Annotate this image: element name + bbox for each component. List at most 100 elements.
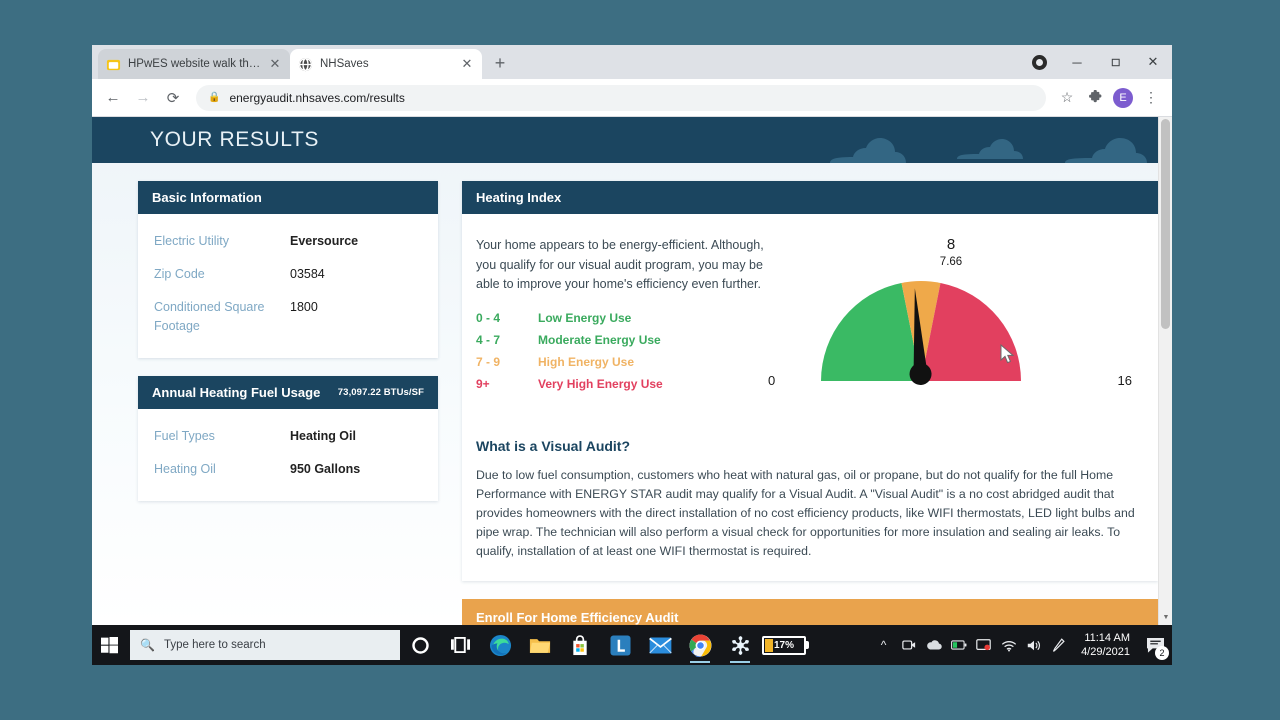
- legend-label: Moderate Energy Use: [538, 332, 661, 347]
- heating-index-header: Heating Index: [462, 181, 1158, 214]
- microsoft-store-icon[interactable]: [560, 625, 600, 665]
- legend-row: 4 - 7 Moderate Energy Use: [476, 333, 776, 347]
- scrollbar-thumb[interactable]: [1161, 119, 1170, 329]
- legend-row: 7 - 9 High Energy Use: [476, 355, 776, 369]
- back-icon[interactable]: ←: [100, 85, 126, 111]
- clock-time: 11:14 AM: [1084, 632, 1130, 644]
- heating-index-legend: 0 - 4 Low Energy Use 4 - 7 Moderate Ener…: [476, 311, 776, 391]
- page-scrollbar[interactable]: ▲ ▼: [1158, 117, 1172, 625]
- onedrive-icon[interactable]: [921, 625, 946, 665]
- row-value: 950 Gallons: [290, 462, 361, 476]
- close-button[interactable]: ✕: [1134, 46, 1172, 78]
- folder-glyph-icon: [529, 638, 551, 653]
- cloud-icon: [830, 138, 906, 163]
- chrome-menu-icon[interactable]: ⋮: [1138, 85, 1164, 111]
- cloud-icon: [957, 139, 1023, 159]
- gauge-max-label: 16: [1117, 373, 1132, 388]
- chrome-icon[interactable]: [680, 625, 720, 665]
- update-dot-icon: [1031, 54, 1047, 70]
- row-value: 03584: [290, 267, 325, 281]
- reload-icon[interactable]: ⟳: [160, 85, 186, 111]
- envelope-icon: [648, 636, 672, 654]
- notification-badge: 2: [1155, 646, 1169, 660]
- basic-information-header: Basic Information: [138, 181, 438, 214]
- file-explorer-icon[interactable]: [520, 625, 560, 665]
- bookmark-star-icon[interactable]: ☆: [1054, 85, 1080, 111]
- legend-range: 4 - 7: [476, 332, 501, 347]
- basic-information-body: Electric Utility Eversource Zip Code 035…: [138, 214, 438, 358]
- tab-close-icon[interactable]: ✕: [268, 57, 282, 71]
- tab-hpwes[interactable]: HPwES website walk through - G ✕: [98, 49, 290, 79]
- scroll-down-arrow[interactable]: ▼: [1159, 611, 1172, 625]
- display-glyph-icon: [976, 638, 991, 650]
- legend-label: Low Energy Use: [538, 310, 632, 325]
- enroll-for-home-efficiency-audit-button[interactable]: Enroll For Home Efficiency Audit: [462, 599, 1158, 625]
- legend-row: 9+ Very High Energy Use: [476, 377, 776, 391]
- tab-label: HPwES website walk through - G: [128, 58, 264, 70]
- basic-information-card: Basic Information Electric Utility Evers…: [138, 181, 438, 358]
- minimize-button[interactable]: ─: [1058, 46, 1096, 78]
- display-icon[interactable]: [971, 625, 996, 665]
- navigation-toolbar: ← → ⟳ 🔒 energyaudit.nhsaves.com/results …: [92, 79, 1172, 117]
- battery-widget[interactable]: 17%: [762, 635, 809, 655]
- mouse-cursor: [1000, 344, 1015, 364]
- bluetooth-pen-icon[interactable]: [1046, 625, 1071, 665]
- fuel-usage-header: Annual Heating Fuel Usage 73,097.22 BTUs…: [138, 376, 438, 409]
- start-button[interactable]: [92, 625, 126, 665]
- heating-index-text: Your home appears to be energy-efficient…: [476, 236, 776, 416]
- edge-icon[interactable]: [480, 625, 520, 665]
- chrome-update-button[interactable]: [1020, 46, 1058, 78]
- snowflake-app-icon[interactable]: [720, 625, 760, 665]
- windows-logo-icon: [100, 636, 118, 653]
- heating-index-card: Heating Index Your home appears to be en…: [462, 181, 1158, 581]
- page-content: Basic Information Electric Utility Evers…: [92, 163, 1172, 625]
- cortana-icon[interactable]: [400, 625, 440, 665]
- tab-nhsaves[interactable]: NHSaves ✕: [290, 49, 482, 79]
- heating-index-paragraph: Your home appears to be energy-efficient…: [476, 238, 764, 291]
- fuel-usage-body: Fuel Types Heating Oil Heating Oil 950 G…: [138, 409, 438, 501]
- puzzle-icon: [1088, 90, 1101, 103]
- task-view-icon[interactable]: [440, 625, 480, 665]
- gauge-value-label: 7.66: [939, 256, 963, 268]
- card-title: Basic Information: [152, 190, 262, 205]
- globe-icon: [298, 57, 313, 71]
- visual-audit-body: Due to low fuel consumption, customers w…: [476, 468, 1135, 558]
- teams-icon[interactable]: [896, 625, 921, 665]
- notifications-button[interactable]: 2: [1138, 625, 1172, 665]
- gauge-svg: [821, 281, 1021, 386]
- legend-label: Very High Energy Use: [538, 376, 663, 391]
- table-row: Zip Code 03584: [154, 265, 422, 284]
- row-value: Eversource: [290, 234, 359, 248]
- task-view-glyph-icon: [450, 637, 470, 653]
- volume-icon[interactable]: [1021, 625, 1046, 665]
- extensions-puzzle-icon[interactable]: [1082, 85, 1108, 111]
- maximize-button[interactable]: [1096, 46, 1134, 78]
- page-viewport: YOUR RESULTS Basic Information Electric …: [92, 117, 1172, 625]
- row-value: 1800: [290, 300, 318, 314]
- mail-icon[interactable]: [640, 625, 680, 665]
- battery-tip: [806, 641, 809, 649]
- card-title: Heating Index: [476, 190, 562, 205]
- edge-glyph-icon: [489, 634, 511, 656]
- search-input[interactable]: 🔍 Type here to search: [130, 630, 400, 660]
- forward-icon[interactable]: →: [130, 85, 156, 111]
- battery-body: 17%: [762, 635, 806, 655]
- heating-index-body: Your home appears to be energy-efficient…: [462, 214, 1158, 434]
- visual-audit-section: What is a Visual Audit? Due to low fuel …: [462, 434, 1158, 581]
- lastpass-icon[interactable]: [600, 625, 640, 665]
- windows-taskbar: 🔍 Type here to search 17% ^ 11:14 AM 4/2…: [92, 625, 1172, 665]
- address-bar[interactable]: 🔒 energyaudit.nhsaves.com/results: [196, 84, 1046, 111]
- new-tab-button[interactable]: +: [486, 50, 514, 78]
- table-row: Fuel Types Heating Oil: [154, 427, 422, 446]
- row-value: Heating Oil: [290, 429, 356, 443]
- battery-tray-icon[interactable]: [946, 625, 971, 665]
- wifi-icon[interactable]: [996, 625, 1021, 665]
- tab-close-icon[interactable]: ✕: [460, 57, 474, 71]
- pen-glyph-icon: [1053, 637, 1065, 652]
- right-column: Heating Index Your home appears to be en…: [462, 181, 1158, 625]
- taskbar-clock[interactable]: 11:14 AM 4/29/2021: [1071, 631, 1138, 659]
- row-label: Electric Utility: [154, 234, 230, 248]
- show-hidden-icons-chevron[interactable]: ^: [871, 625, 896, 665]
- table-row: Conditioned Square Footage 1800: [154, 298, 422, 336]
- profile-avatar[interactable]: E: [1110, 85, 1136, 111]
